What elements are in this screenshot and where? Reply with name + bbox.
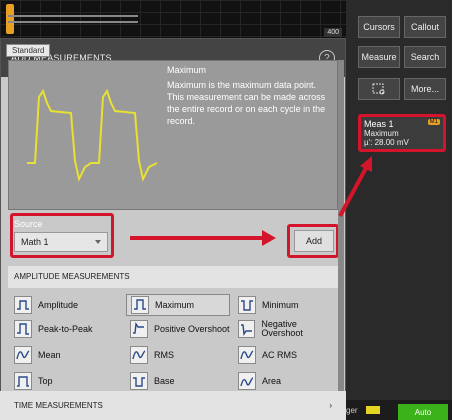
measurement-item[interactable]: Base: [126, 370, 230, 392]
peak-to-peak-icon: [14, 320, 32, 338]
measurement-info-panel: Maximum Maximum is the maximum data poin…: [8, 60, 338, 210]
measurement-item[interactable]: Amplitude: [10, 294, 114, 316]
time-header-label: TIME MEASUREMENTS: [14, 401, 103, 410]
info-description: Maximum is the maximum data point. This …: [167, 80, 326, 126]
meas1-badge[interactable]: Meas 1 M1 Maximum µ': 28.00 mV: [358, 114, 446, 152]
more-button[interactable]: More...: [404, 78, 446, 100]
tab-standard[interactable]: Standard: [6, 44, 51, 57]
auto-button[interactable]: Auto: [398, 404, 448, 420]
source-highlight-box: [10, 213, 114, 258]
zoom-button[interactable]: [358, 78, 400, 100]
minimum-icon: [238, 296, 256, 314]
base-icon: [130, 372, 148, 390]
chevron-right-icon: ›: [329, 401, 332, 410]
callout-button[interactable]: Callout: [404, 16, 446, 38]
measurement-label: Amplitude: [38, 299, 79, 310]
zoom-icon: [372, 83, 385, 95]
cursors-button[interactable]: Cursors: [358, 16, 400, 38]
measurement-label: AC RMS: [262, 349, 298, 360]
waveform-trace: [8, 15, 138, 23]
meas-badge-type: Maximum: [364, 129, 399, 138]
area-icon: [238, 372, 256, 390]
measurement-label: Area: [262, 375, 282, 386]
arrow-shaft: [130, 236, 264, 240]
ac-rms-icon: [238, 346, 256, 364]
measurement-grid: Amplitude Maximum Minimum Peak-to-Peak Posit…: [8, 290, 338, 392]
measurement-label: Negative Overshoot: [261, 319, 303, 338]
measurement-item[interactable]: Peak-to-Peak: [10, 318, 114, 340]
waveform-preview-icon: [27, 88, 157, 182]
maximum-icon: [131, 296, 149, 314]
search-button[interactable]: Search: [404, 46, 446, 68]
measurement-label: Top: [38, 375, 53, 386]
measurement-item[interactable]: RMS: [126, 344, 230, 366]
top-icon: [14, 372, 32, 390]
dialog-scrollbar[interactable]: [338, 60, 344, 400]
measurement-item[interactable]: Negative Overshoot: [234, 318, 338, 340]
measurement-item[interactable]: Mean: [10, 344, 114, 366]
waveform-tag: 400: [324, 28, 342, 37]
amplitude-section-header: AMPLITUDE MEASUREMENTS: [8, 266, 338, 288]
trigger-label: ger: [346, 406, 358, 415]
waveform-strip: 400: [0, 0, 346, 38]
trigger-swatch[interactable]: [366, 406, 380, 414]
measurement-label: Minimum: [262, 299, 299, 310]
measurement-label: Positive Overshoot: [154, 323, 230, 334]
amplitude-icon: [14, 296, 32, 314]
rms-icon: [130, 346, 148, 364]
measurement-label: Mean: [38, 349, 61, 360]
meas-badge-channel: M1: [427, 119, 440, 125]
time-section-header[interactable]: TIME MEASUREMENTS ›: [0, 391, 346, 420]
measurement-label: Maximum: [155, 299, 195, 310]
measurement-item[interactable]: Positive Overshoot: [126, 318, 230, 340]
measurement-item[interactable]: Minimum: [234, 294, 338, 316]
add-highlight-box: [287, 224, 339, 258]
mean-icon: [14, 346, 32, 364]
measurement-item[interactable]: AC RMS: [234, 344, 338, 366]
measurement-item[interactable]: Top: [10, 370, 114, 392]
measure-button[interactable]: Measure: [358, 46, 400, 68]
arrow-right-icon: [262, 230, 276, 246]
negative-overshoot-icon: [238, 320, 256, 338]
measurement-label: RMS: [154, 349, 174, 360]
meas-badge-value: µ': 28.00 mV: [364, 138, 409, 147]
measurement-item[interactable]: Area: [234, 370, 338, 392]
positive-overshoot-icon: [130, 320, 148, 338]
measurement-item[interactable]: Maximum: [126, 294, 230, 316]
measurement-label: Peak-to-Peak: [38, 323, 93, 334]
info-title: Maximum: [167, 65, 207, 75]
measurement-label: Base: [154, 375, 175, 386]
